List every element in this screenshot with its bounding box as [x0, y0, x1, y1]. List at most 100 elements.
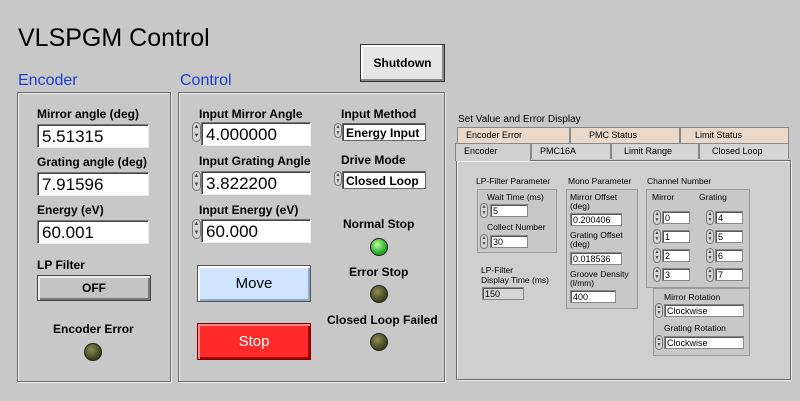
mirror-angle-display: 5.51315	[37, 124, 149, 148]
input-mirror-angle-field[interactable]: 4.000000	[201, 122, 311, 146]
closed-loop-failed-label: Closed Loop Failed	[327, 313, 438, 327]
grating-channel-spinner-1[interactable]: ▲ ▼	[706, 229, 714, 244]
wait-time-label: Wait Time (ms)	[487, 192, 544, 202]
lp-filter-display-time-field: 150	[482, 287, 524, 300]
tab-label: PMC Status	[589, 130, 638, 140]
mirror-offset-field[interactable]: 0.200406	[570, 213, 622, 226]
tab-label: Encoder Error	[466, 130, 523, 140]
lp-filter-display-label-1: LP-Filter	[481, 265, 514, 275]
collect-number-label: Collect Number	[487, 222, 546, 232]
mirror-angle-label: Mirror angle (deg)	[37, 107, 140, 121]
mirror-channel-spinner-2[interactable]: ▲ ▼	[653, 248, 661, 263]
grating-channel-field-3[interactable]: 7	[715, 268, 743, 281]
drive-mode-label: Drive Mode	[341, 153, 406, 167]
lp-filter-label: LP Filter	[37, 258, 85, 272]
tab-limit-range[interactable]: Limit Range	[611, 143, 699, 159]
encoder-tab-panel: LP-Filter Parameter Wait Time (ms) ▲ ▼ 5 …	[456, 160, 791, 380]
encoder-panel: Mirror angle (deg) 5.51315 Grating angle…	[17, 92, 171, 382]
mirror-channel-field-1[interactable]: 1	[662, 230, 690, 243]
groove-density-field[interactable]: 400	[570, 290, 616, 303]
grating-channel-spinner-0[interactable]: ▲ ▼	[706, 210, 714, 225]
normal-stop-led	[370, 238, 388, 256]
lp-filter-display-label-2: Display Time (ms)	[481, 275, 550, 285]
tab-closed-loop[interactable]: Closed Loop	[699, 143, 789, 159]
energy-label: Energy (eV)	[37, 203, 104, 217]
mirror-channel-spinner-3[interactable]: ▲ ▼	[653, 267, 661, 282]
grating-angle-label: Grating angle (deg)	[37, 155, 148, 169]
grating-channel-field-1[interactable]: 5	[715, 230, 743, 243]
tab-label: Closed Loop	[712, 146, 763, 156]
grating-channel-field-2[interactable]: 6	[715, 249, 743, 262]
grating-channel-spinner-3[interactable]: ▲ ▼	[706, 267, 714, 282]
tab-encoder-error[interactable]: Encoder Error	[457, 127, 570, 143]
mirror-rotation-spinner[interactable]: ▲ ▼	[655, 303, 663, 318]
mono-parameter-group: Mirror Offset (deg) 0.200406 Grating Off…	[566, 189, 638, 309]
drive-mode-spinner[interactable]: ▲ ▼	[334, 171, 342, 186]
rotation-group: Mirror Rotation ▲ ▼ Clockwise Grating Rot…	[653, 288, 750, 356]
input-grating-angle-label: Input Grating Angle	[199, 154, 311, 168]
move-button[interactable]: Move	[197, 265, 311, 302]
tab-pmc-status[interactable]: PMC Status	[570, 127, 680, 143]
mirror-rotation-select[interactable]: Clockwise	[664, 304, 744, 317]
mirror-channel-spinner-1[interactable]: ▲ ▼	[653, 229, 661, 244]
energy-display: 60.001	[37, 220, 149, 244]
input-mirror-angle-label: Input Mirror Angle	[199, 107, 303, 121]
grating-channel-spinner-2[interactable]: ▲ ▼	[706, 248, 714, 263]
tab-pmc16a[interactable]: PMC16A	[531, 143, 611, 159]
input-method-select[interactable]: Energy Input	[342, 123, 426, 141]
tab-encoder[interactable]: Encoder	[455, 143, 531, 161]
grating-channel-field-0[interactable]: 4	[715, 211, 743, 224]
wait-time-field[interactable]: 5	[490, 204, 528, 217]
collect-number-field[interactable]: 30	[490, 235, 528, 248]
input-energy-field[interactable]: 60.000	[201, 219, 311, 243]
encoder-error-led	[84, 343, 102, 361]
lp-filter-toggle[interactable]: OFF	[37, 275, 151, 301]
control-section-title: Control	[180, 72, 232, 89]
wait-time-spinner[interactable]: ▲ ▼	[480, 203, 488, 218]
tab-label: Limit Status	[695, 130, 743, 140]
tab-label: PMC16A	[540, 146, 577, 156]
grating-offset-label-2: (deg)	[570, 239, 590, 249]
display-section-title: Set Value and Error Display	[458, 114, 581, 125]
channel-grating-label: Grating	[699, 192, 727, 202]
energy-spinner[interactable]: ▲ ▼	[192, 219, 201, 239]
lp-filter-parameter-title: LP-Filter Parameter	[476, 176, 551, 186]
control-panel: Input Mirror Angle ▲ ▼ 4.000000 Input Gra…	[178, 92, 445, 382]
mirror-offset-label-2: (deg)	[570, 201, 590, 211]
mirror-angle-spinner[interactable]: ▲ ▼	[192, 122, 201, 142]
mirror-channel-field-2[interactable]: 2	[662, 249, 690, 262]
tab-label: Limit Range	[624, 146, 673, 156]
grating-offset-field[interactable]: 0.018536	[570, 252, 622, 265]
grating-rotation-label: Grating Rotation	[664, 323, 726, 333]
input-energy-label: Input Energy (eV)	[199, 203, 299, 217]
error-stop-label: Error Stop	[349, 265, 409, 279]
tab-limit-status[interactable]: Limit Status	[680, 127, 789, 143]
grating-angle-spinner[interactable]: ▲ ▼	[192, 171, 201, 191]
grating-rotation-select[interactable]: Clockwise	[664, 336, 744, 349]
input-grating-angle-field[interactable]: 3.822200	[201, 171, 311, 195]
error-stop-led	[370, 285, 388, 303]
grating-rotation-spinner[interactable]: ▲ ▼	[655, 335, 663, 350]
app-title: VLSPGM Control	[18, 24, 210, 52]
channel-number-title: Channel Number	[647, 176, 712, 186]
stop-button[interactable]: Stop	[197, 323, 311, 360]
mirror-rotation-label: Mirror Rotation	[664, 292, 721, 302]
mirror-channel-field-3[interactable]: 3	[662, 268, 690, 281]
drive-mode-select[interactable]: Closed Loop	[342, 171, 426, 189]
input-method-label: Input Method	[341, 107, 417, 121]
encoder-error-label: Encoder Error	[53, 322, 134, 336]
mono-parameter-title: Mono Parameter	[568, 176, 632, 186]
lp-filter-parameter-group: Wait Time (ms) ▲ ▼ 5 Collect Number ▲ ▼ 30	[477, 189, 557, 253]
tab-label: Encoder	[464, 146, 498, 156]
mirror-channel-field-0[interactable]: 0	[662, 211, 690, 224]
normal-stop-label: Normal Stop	[343, 217, 415, 231]
channel-mirror-label: Mirror	[652, 192, 675, 202]
encoder-section-title: Encoder	[18, 72, 78, 89]
groove-density-label-2: (l/mm)	[570, 278, 595, 288]
input-method-spinner[interactable]: ▲ ▼	[334, 123, 342, 138]
channel-number-group: Mirror Grating ▲ ▼ 0 ▲ ▼ 1 ▲ ▼ 2 ▲ ▼ 3 ▲ ▼ 4 …	[646, 189, 750, 288]
shutdown-button[interactable]: Shutdown	[360, 44, 445, 82]
closed-loop-failed-led	[370, 333, 388, 351]
collect-number-spinner[interactable]: ▲ ▼	[480, 234, 488, 249]
mirror-channel-spinner-0[interactable]: ▲ ▼	[653, 210, 661, 225]
